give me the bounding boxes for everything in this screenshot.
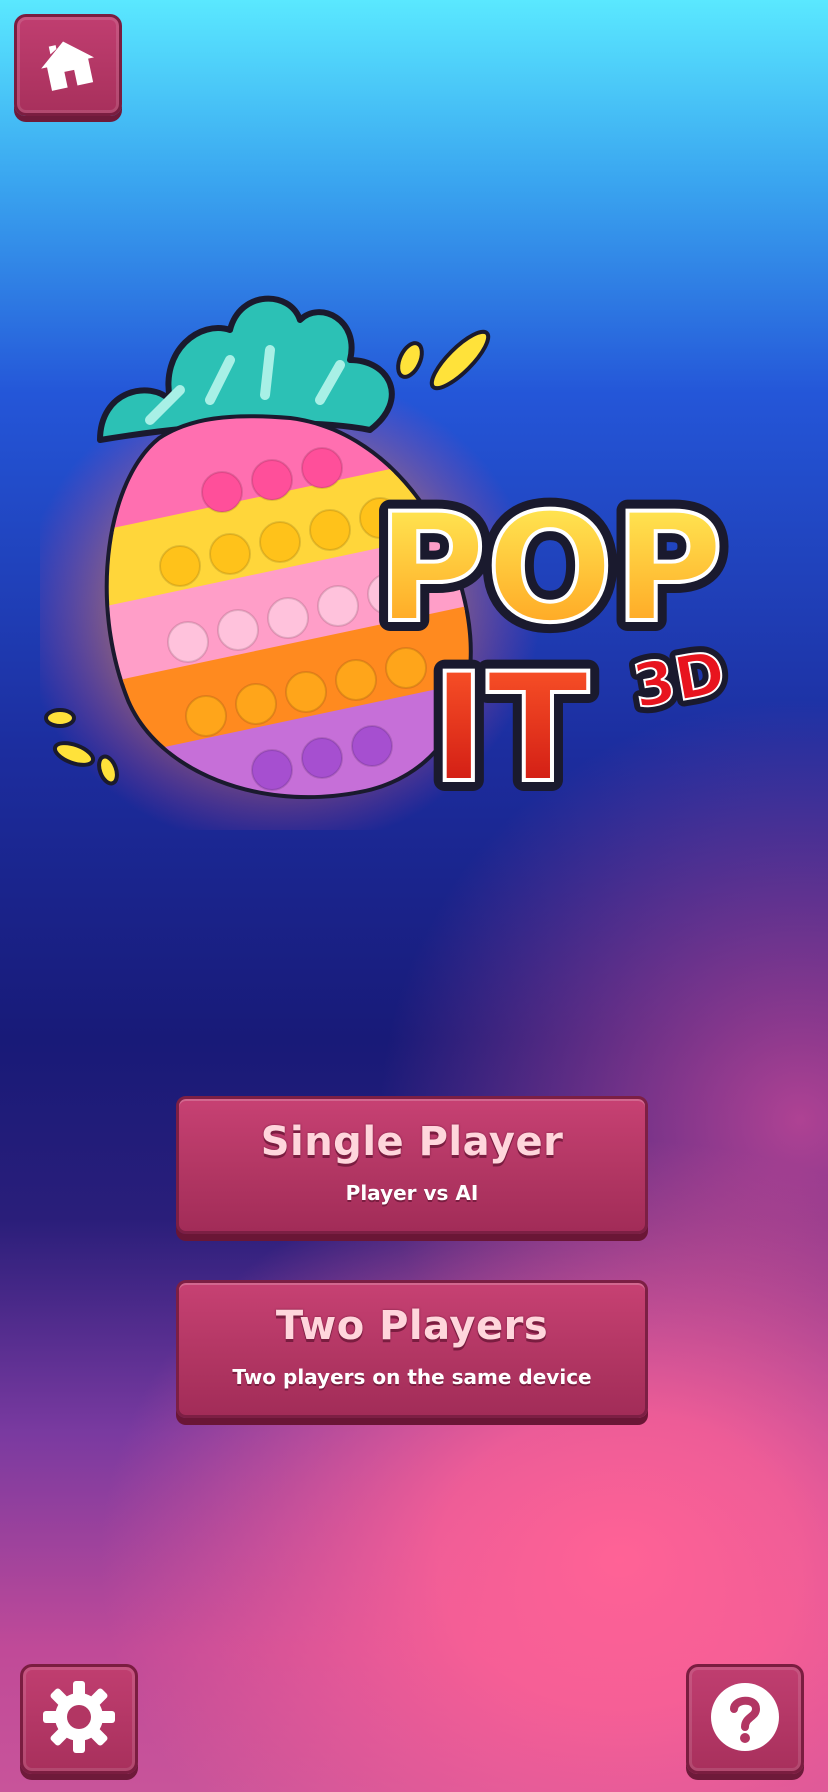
two-players-button[interactable]: Two Players Two players on the same devi… (176, 1280, 648, 1418)
two-players-title: Two Players (275, 1303, 549, 1349)
logo-3d-badge: 3D 3D (621, 631, 737, 730)
help-button[interactable] (686, 1664, 804, 1774)
svg-text:POP: POP (376, 482, 723, 656)
two-players-subtitle: Two players on the same device (232, 1365, 592, 1389)
logo-it-text: IT IT (420, 631, 600, 827)
single-player-button[interactable]: Single Player Player vs AI (176, 1096, 648, 1234)
logo-pop-text: POP POP (365, 471, 734, 667)
svg-text:3D: 3D (628, 638, 730, 723)
home-button[interactable] (14, 14, 122, 116)
home-icon (33, 33, 103, 97)
question-icon (707, 1679, 783, 1759)
settings-button[interactable] (20, 1664, 138, 1774)
game-logo: POP POP IT IT 3D 3D (20, 270, 800, 850)
single-player-subtitle: Player vs AI (345, 1181, 479, 1205)
single-player-title: Single Player (260, 1119, 564, 1165)
gear-icon (41, 1679, 117, 1759)
svg-text:IT: IT (431, 642, 589, 816)
